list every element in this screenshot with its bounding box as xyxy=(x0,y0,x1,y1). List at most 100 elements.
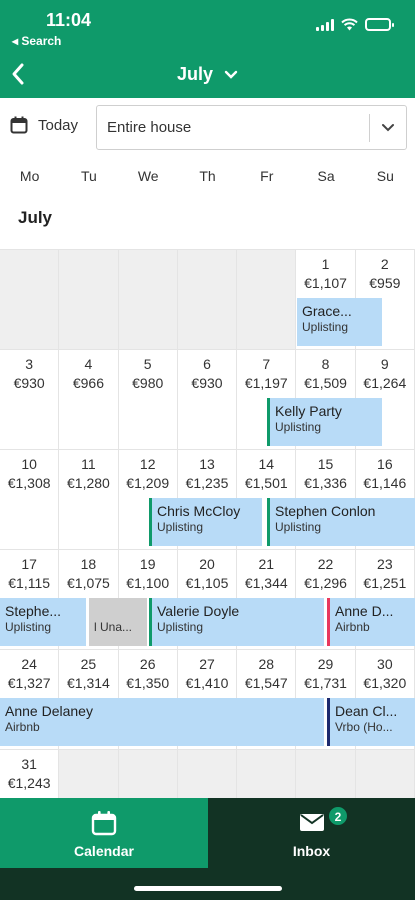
day-price: €1,731 xyxy=(304,675,347,691)
calendar-toolbar: Today Entire house xyxy=(0,98,415,160)
day-cell[interactable]: 5 €980 xyxy=(119,350,178,450)
day-cell[interactable]: 6 €930 xyxy=(178,350,238,450)
empty-day-cell xyxy=(0,250,60,350)
day-cell[interactable]: 4 €966 xyxy=(59,350,119,450)
booking-guest-name: Stephen Conlon xyxy=(275,503,376,519)
booking-bar[interactable]: Kelly Party Uplisting xyxy=(267,398,382,446)
home-indicator-area xyxy=(0,868,415,900)
weekday-label: Th xyxy=(199,168,216,184)
property-select[interactable]: Entire house xyxy=(96,105,407,150)
empty-day-cell xyxy=(59,250,119,350)
day-price: €1,146 xyxy=(363,475,407,491)
day-price: €1,509 xyxy=(304,375,347,391)
back-to-search-link[interactable]: ◂ Search xyxy=(12,34,61,48)
battery-icon xyxy=(365,18,394,31)
day-cell[interactable]: 11 €1,280 xyxy=(59,450,119,550)
chevron-down-icon xyxy=(382,124,394,132)
wifi-icon xyxy=(341,18,358,31)
day-price: €1,320 xyxy=(363,675,407,691)
day-price: €966 xyxy=(72,375,104,391)
calendar-week: 17 €1,115 18 €1,075 19 €1,100 20 €1,105 21 €1… xyxy=(0,549,415,650)
nav-tab-calendar[interactable]: Calendar xyxy=(0,798,208,868)
day-price: €1,296 xyxy=(304,575,347,591)
day-cell[interactable]: 10 €1,308 xyxy=(0,450,60,550)
day-number: 29 xyxy=(317,656,334,672)
day-number: 28 xyxy=(258,656,275,672)
day-price: €1,308 xyxy=(7,475,51,491)
day-price: €930 xyxy=(13,375,45,391)
day-number: 4 xyxy=(84,356,93,372)
nav-tab-inbox[interactable]: 2 Inbox xyxy=(208,798,415,868)
nav-tab-calendar-label: Calendar xyxy=(74,843,134,859)
day-number: 2 xyxy=(380,256,389,272)
weekday-label: Su xyxy=(376,168,394,184)
day-price: €1,344 xyxy=(244,575,288,591)
booking-bar[interactable]: Grace... Uplisting xyxy=(297,298,382,346)
day-price: €1,547 xyxy=(244,675,288,691)
today-button[interactable]: Today xyxy=(10,116,78,134)
booking-source: Airbnb xyxy=(5,720,40,734)
day-price: €980 xyxy=(132,375,164,391)
day-number: 10 xyxy=(21,456,37,472)
signal-icon xyxy=(316,18,334,31)
day-price: €1,115 xyxy=(8,575,51,591)
weekday-header: Mo Tu We Th Fr Sa Su xyxy=(0,168,415,184)
day-number: 23 xyxy=(377,556,393,572)
day-number: 22 xyxy=(317,556,334,572)
booking-bar[interactable]: Stephe... Uplisting xyxy=(0,598,86,646)
day-number: 9 xyxy=(380,356,389,372)
chevron-down-icon xyxy=(224,71,238,79)
booking-source: Uplisting xyxy=(157,520,204,534)
weekday-label: Mo xyxy=(19,168,40,184)
day-price: €1,107 xyxy=(304,275,347,291)
month-section-label: July xyxy=(18,208,53,227)
booking-source: Vrbo (Ho... xyxy=(335,720,393,734)
day-number: 6 xyxy=(203,356,211,372)
day-number: 16 xyxy=(377,456,393,472)
booking-bar[interactable]: Anne Delaney Airbnb xyxy=(0,698,324,746)
day-number: 30 xyxy=(377,656,393,672)
day-number: 18 xyxy=(80,556,97,572)
status-icons xyxy=(316,18,394,31)
day-price: €1,100 xyxy=(126,575,170,591)
day-price: €1,197 xyxy=(244,375,288,391)
weekday-label: Tu xyxy=(81,168,97,184)
day-cell[interactable]: 3 €930 xyxy=(0,350,60,450)
day-number: 19 xyxy=(139,556,156,572)
day-price: €1,410 xyxy=(185,675,229,691)
empty-day-cell xyxy=(177,250,238,350)
calendar-icon xyxy=(91,811,117,836)
day-price: €959 xyxy=(369,275,401,291)
day-price: €1,314 xyxy=(67,675,110,691)
booking-source: Uplisting xyxy=(5,620,52,634)
day-number: 3 xyxy=(25,356,34,372)
inbox-icon xyxy=(299,814,324,831)
day-number: 13 xyxy=(199,456,215,472)
day-price: €1,336 xyxy=(304,475,347,491)
day-number: 31 xyxy=(21,756,37,772)
month-selector[interactable]: July xyxy=(0,64,415,85)
home-indicator[interactable] xyxy=(134,886,282,891)
day-number: 27 xyxy=(199,656,215,672)
day-number: 20 xyxy=(199,556,215,572)
booking-guest-name: Valerie Doyle xyxy=(157,603,240,619)
calendar-week: 31 €1,243 xyxy=(0,749,415,806)
top-bar: 11:04 ◂ Search July xyxy=(0,0,415,98)
day-number: 24 xyxy=(21,656,37,672)
booking-bar[interactable]: Chris McCloy Uplisting xyxy=(149,498,262,546)
unavailable-block[interactable]: l Una... xyxy=(89,598,147,646)
booking-bar[interactable]: Valerie Doyle Uplisting xyxy=(149,598,324,646)
booking-bar[interactable]: Stephen Conlon Uplisting xyxy=(267,498,415,546)
day-price: €930 xyxy=(191,375,223,391)
booking-guest-name xyxy=(94,603,147,619)
booking-bar[interactable]: Dean Cl... Vrbo (Ho... xyxy=(327,698,415,746)
status-time: 11:04 xyxy=(46,10,92,30)
booking-bar[interactable]: Anne D... Airbnb xyxy=(327,598,415,646)
today-label: Today xyxy=(38,116,79,134)
day-number: 11 xyxy=(81,456,96,472)
day-number: 17 xyxy=(21,556,37,572)
day-price: €1,501 xyxy=(244,475,288,491)
day-number: 7 xyxy=(262,356,271,372)
nav-tab-inbox-label: Inbox xyxy=(292,843,331,859)
booking-source: Airbnb xyxy=(335,620,370,634)
